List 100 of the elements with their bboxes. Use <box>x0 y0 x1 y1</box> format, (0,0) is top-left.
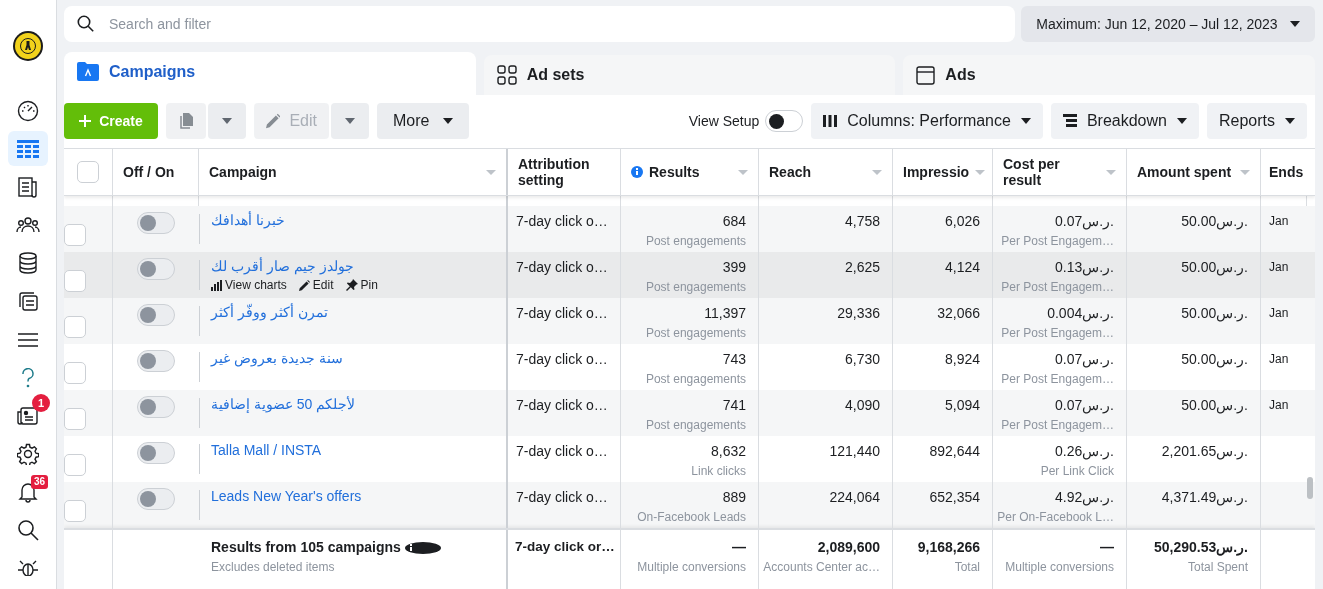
table-cell-note: Per Link Click <box>1040 464 1114 478</box>
toggle-switch[interactable] <box>137 350 175 372</box>
toggle-switch[interactable] <box>137 212 175 234</box>
sidebar-item[interactable]: 36 <box>8 474 48 510</box>
table-cell-text: Jan <box>1269 213 1290 230</box>
column-header[interactable]: Impressio <box>893 149 993 195</box>
column-header[interactable]: Campaign <box>199 149 508 195</box>
table-cell: — <box>1100 538 1114 556</box>
dropdown-button[interactable] <box>208 103 246 139</box>
table-cell: 0.26ر.س. <box>1054 442 1114 460</box>
table-cell: 6,730 <box>844 350 880 368</box>
scrollbar-thumb[interactable] <box>1307 477 1313 499</box>
stacked-pages-icon <box>17 290 39 313</box>
column-header[interactable]: Results <box>621 149 759 195</box>
column-header[interactable]: Cost per result <box>993 149 1127 195</box>
sort-caret-icon <box>486 169 496 175</box>
toggle-switch[interactable] <box>137 396 175 418</box>
select-all-checkbox[interactable] <box>77 161 99 183</box>
row-checkbox[interactable] <box>64 224 86 246</box>
search-field[interactable]: Search and filter <box>64 6 1015 42</box>
columns-icon <box>823 115 838 127</box>
toggle-switch[interactable] <box>137 258 175 280</box>
table-cell-note: Multiple conversions <box>1005 560 1114 574</box>
breakdown-button[interactable]: Breakdown <box>1050 103 1199 139</box>
table-cell-note: Multiple conversions <box>637 560 746 574</box>
campaign-link[interactable]: تمرن أكثر ووفّر أكثر <box>211 304 328 320</box>
toggle-switch[interactable] <box>137 304 175 326</box>
table-cell: 121,440 <box>829 442 880 460</box>
row-action-link[interactable]: View charts <box>211 278 287 292</box>
table-cell: 8,632 <box>710 442 746 460</box>
date-range-button[interactable]: Maximum: Jun 12, 2020 – Jul 12, 2023 <box>1021 6 1315 42</box>
pencil-icon <box>266 113 281 129</box>
toggle-switch[interactable] <box>137 442 175 464</box>
breakdown-icon <box>1062 114 1077 128</box>
table-cell: — <box>732 538 746 556</box>
pencil-icon <box>298 279 310 291</box>
table-cell-note: Accounts Center ac… <box>763 560 880 574</box>
campaign-link[interactable]: جولدز جيم صار أقرب لك <box>211 258 354 274</box>
table-cell-note: Link clicks <box>691 464 746 478</box>
table-cell: 9,168,266 <box>917 538 980 556</box>
plus-icon <box>79 115 92 127</box>
campaign-link[interactable]: لأجلكم 50 عضوية إضافية <box>211 396 356 412</box>
table-cell-note: Post engagements <box>645 418 746 432</box>
sort-caret-icon <box>1240 169 1250 175</box>
menu-icon <box>18 332 38 347</box>
help-icon <box>21 367 35 388</box>
columns-button[interactable]: Columns: Performance <box>811 103 1043 139</box>
sort-caret-icon <box>872 169 882 175</box>
tab[interactable]: Ad sets <box>483 55 896 95</box>
table-cell: 0.07ر.س. <box>1054 212 1114 230</box>
table-cell: 50.00ر.س. <box>1181 212 1248 230</box>
tab[interactable]: Campaigns <box>64 52 476 95</box>
campaign-link[interactable]: خبرنا أهدافك <box>211 212 285 228</box>
table-cell: 0.004ر.س. <box>1047 304 1114 322</box>
table-cell-note: Per On-Facebook L… <box>997 510 1114 524</box>
table-cell-text: 7-day click or… <box>515 538 616 556</box>
bar-chart-icon <box>211 279 222 291</box>
caret-icon <box>1176 118 1187 124</box>
table-cell: 0.13ر.س. <box>1054 258 1114 276</box>
dropdown-button[interactable] <box>331 103 369 139</box>
table-cell: 741 <box>722 396 746 414</box>
table-cell-text: Jan <box>1269 397 1290 414</box>
table-cell-note: Per Post Engagem… <box>1001 418 1114 432</box>
row-checkbox[interactable] <box>64 500 86 522</box>
tab[interactable]: Ads <box>903 55 1315 95</box>
row-action-link[interactable]: Edit <box>298 278 334 292</box>
table-cell: 7-day click o… <box>516 350 608 368</box>
column-header[interactable]: Ends <box>1261 149 1307 195</box>
settings-icon <box>17 442 39 465</box>
campaign-link[interactable]: Talla Mall / INSTA <box>211 442 322 458</box>
table-cell: 50.00ر.س. <box>1181 304 1248 322</box>
table-cell-text: Jan <box>1269 305 1290 322</box>
window-icon <box>916 65 936 85</box>
column-header[interactable]: Attribution setting <box>508 149 621 195</box>
table-cell: 4,758 <box>844 212 880 230</box>
view-setup-label: View Setup <box>688 113 760 129</box>
campaign-link[interactable]: سنة جديدة بعروض غير <box>211 350 343 366</box>
more-button[interactable]: More <box>377 103 470 139</box>
notification-badge: 1 <box>32 394 50 413</box>
copy-icon <box>178 113 194 129</box>
column-header[interactable]: Amount spent <box>1127 149 1261 195</box>
table-cell-note: Post engagements <box>645 234 746 248</box>
toggle-switch[interactable] <box>137 488 175 510</box>
table-cell: 50.00ر.س. <box>1181 396 1248 414</box>
row-checkbox[interactable] <box>64 408 86 430</box>
people-icon <box>16 216 40 235</box>
row-action-link[interactable]: Pin <box>345 278 378 292</box>
table-cell: 29,336 <box>837 304 880 322</box>
row-checkbox[interactable] <box>64 316 86 338</box>
row-checkbox[interactable] <box>64 454 86 476</box>
column-header[interactable]: Reach <box>759 149 893 195</box>
search-icon <box>17 519 39 542</box>
view-setup-switch[interactable] <box>765 110 804 132</box>
column-header[interactable]: Off / On <box>113 149 199 195</box>
table-cell: 4,090 <box>844 396 880 414</box>
row-checkbox[interactable] <box>64 270 86 292</box>
row-checkbox[interactable] <box>64 362 86 384</box>
table-cell: 399 <box>722 258 746 276</box>
campaign-link[interactable]: Leads New Year's offers <box>211 488 362 504</box>
reports-button[interactable]: Reports <box>1206 103 1307 139</box>
